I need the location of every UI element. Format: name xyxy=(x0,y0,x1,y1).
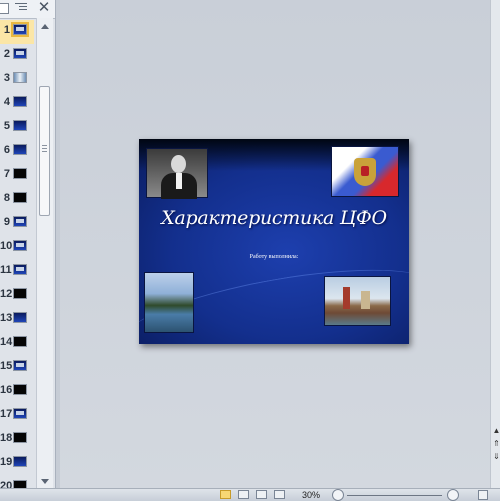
slide-thumbnail[interactable]: 8 xyxy=(0,188,34,212)
slide-thumbnail-image[interactable] xyxy=(13,408,27,419)
slide-number: 11 xyxy=(0,264,12,276)
slide-sorter-view-icon[interactable] xyxy=(238,490,249,499)
outline-tab-icon[interactable] xyxy=(15,3,27,14)
slide-thumbnail[interactable]: 6 xyxy=(0,140,34,164)
slide-number: 13 xyxy=(0,312,13,324)
slide-thumbnail-image[interactable] xyxy=(13,240,27,251)
zoom-level[interactable]: 30% xyxy=(302,489,320,501)
slides-tab[interactable] xyxy=(0,3,9,14)
slide-thumbnail[interactable]: 17 xyxy=(0,404,34,428)
slide-thumbnail[interactable]: 15 xyxy=(0,356,34,380)
slide-thumbnail[interactable]: 11 xyxy=(0,260,34,284)
current-slide[interactable]: Характеристика ЦФО Работу выполнила: xyxy=(139,139,409,344)
slide-number: 1 xyxy=(3,24,10,36)
slide-number: 10 xyxy=(0,240,13,252)
thumbnail-scrollbar[interactable] xyxy=(36,18,53,488)
slide-thumbnail-image[interactable] xyxy=(13,384,27,395)
slide-thumbnail-image[interactable] xyxy=(13,48,27,59)
slide-thumbnail-image[interactable] xyxy=(13,336,27,347)
slide-thumbnail-image[interactable] xyxy=(13,144,27,155)
slide-show-view-icon[interactable] xyxy=(274,490,285,499)
slide-thumbnail-list: 1 2 3 4 5 6 7 8 9 10 11 12 13 14 15 16 17 18 19 20 xyxy=(0,20,34,500)
slide-thumbnail[interactable]: 18 xyxy=(0,428,34,452)
close-pane-icon[interactable]: ✕ xyxy=(37,0,51,16)
scrollbar-thumb[interactable] xyxy=(39,86,50,216)
slide-thumbnail[interactable]: 3 xyxy=(0,68,34,92)
reading-view-icon[interactable] xyxy=(256,490,267,499)
slide-thumbnail[interactable]: 12 xyxy=(0,284,34,308)
slide-thumbnail[interactable]: 13 xyxy=(0,308,34,332)
slide-thumbnail-image[interactable] xyxy=(13,288,27,299)
zoom-in-icon[interactable] xyxy=(447,489,459,501)
slide-thumbnail-image[interactable] xyxy=(13,360,27,371)
slide-thumbnail-image[interactable] xyxy=(13,312,27,323)
scroll-up-icon[interactable]: ▲ xyxy=(492,425,500,436)
slide-thumbnail-pane: ✕ 1 2 3 4 5 6 7 8 9 10 11 12 13 14 15 16 17 18 19 20 xyxy=(0,0,56,492)
zoom-slider[interactable] xyxy=(347,495,442,496)
pane-tabs: ✕ xyxy=(0,0,55,19)
slide-thumbnail-image[interactable] xyxy=(13,264,27,275)
slide-number: 2 xyxy=(3,48,10,60)
slide-thumbnail[interactable]: 14 xyxy=(0,332,34,356)
slide-number: 7 xyxy=(3,168,10,180)
coat-of-arms-image[interactable] xyxy=(331,146,399,197)
scroll-down-icon[interactable] xyxy=(41,479,49,484)
slide-thumbnail-image[interactable] xyxy=(13,120,27,131)
slide-subtitle[interactable]: Работу выполнила: xyxy=(139,254,409,260)
slide-thumbnail[interactable]: 9 xyxy=(0,212,34,236)
slide-thumbnail-image[interactable] xyxy=(13,456,27,467)
slide-number: 19 xyxy=(0,456,13,468)
scroll-up-icon[interactable] xyxy=(41,24,49,29)
slide-thumbnail[interactable]: 10 xyxy=(0,236,34,260)
slide-title[interactable]: Характеристика ЦФО xyxy=(139,207,409,229)
slide-number: 9 xyxy=(3,216,10,228)
slide-thumbnail-image[interactable] xyxy=(11,22,29,37)
slide-thumbnail[interactable]: 16 xyxy=(0,380,34,404)
normal-view-icon[interactable] xyxy=(220,490,231,499)
slide-thumbnail[interactable]: 7 xyxy=(0,164,34,188)
slide-number: 16 xyxy=(0,384,13,396)
portrait-photo[interactable] xyxy=(146,148,208,199)
next-slide-icon[interactable]: ⇓ xyxy=(492,451,500,462)
slide-number: 14 xyxy=(0,336,13,348)
slide-number: 4 xyxy=(3,96,10,108)
slide-thumbnail-image[interactable] xyxy=(13,96,27,107)
slide-thumbnail-image[interactable] xyxy=(13,192,27,203)
slide-thumbnail[interactable]: 1 xyxy=(0,20,34,44)
slide-number: 8 xyxy=(3,192,10,204)
slide-thumbnail[interactable]: 2 xyxy=(0,44,34,68)
zoom-out-icon[interactable] xyxy=(332,489,344,501)
status-bar: 30% xyxy=(0,488,500,501)
slide-thumbnail[interactable]: 4 xyxy=(0,92,34,116)
fit-slide-icon[interactable] xyxy=(478,490,488,500)
slide-number: 18 xyxy=(0,432,13,444)
previous-slide-icon[interactable]: ⇑ xyxy=(492,438,500,449)
slide-thumbnail-image[interactable] xyxy=(13,72,27,83)
slide-number: 15 xyxy=(0,360,13,372)
slide-number: 12 xyxy=(0,288,13,300)
slide-number: 5 xyxy=(3,120,10,132)
slide-thumbnail-image[interactable] xyxy=(13,216,27,227)
slide-number: 17 xyxy=(0,408,13,420)
slide-number: 6 xyxy=(3,144,10,156)
slide-thumbnail-image[interactable] xyxy=(13,168,27,179)
slide-number: 3 xyxy=(3,72,10,84)
slide-thumbnail[interactable]: 5 xyxy=(0,116,34,140)
landscape-photo[interactable] xyxy=(144,272,194,333)
main-vertical-scrollbar[interactable]: ▲ ⇑ ⇓ xyxy=(490,0,500,488)
slide-thumbnail[interactable]: 19 xyxy=(0,452,34,476)
kremlin-photo[interactable] xyxy=(324,276,391,326)
slide-thumbnail-image[interactable] xyxy=(13,432,27,443)
